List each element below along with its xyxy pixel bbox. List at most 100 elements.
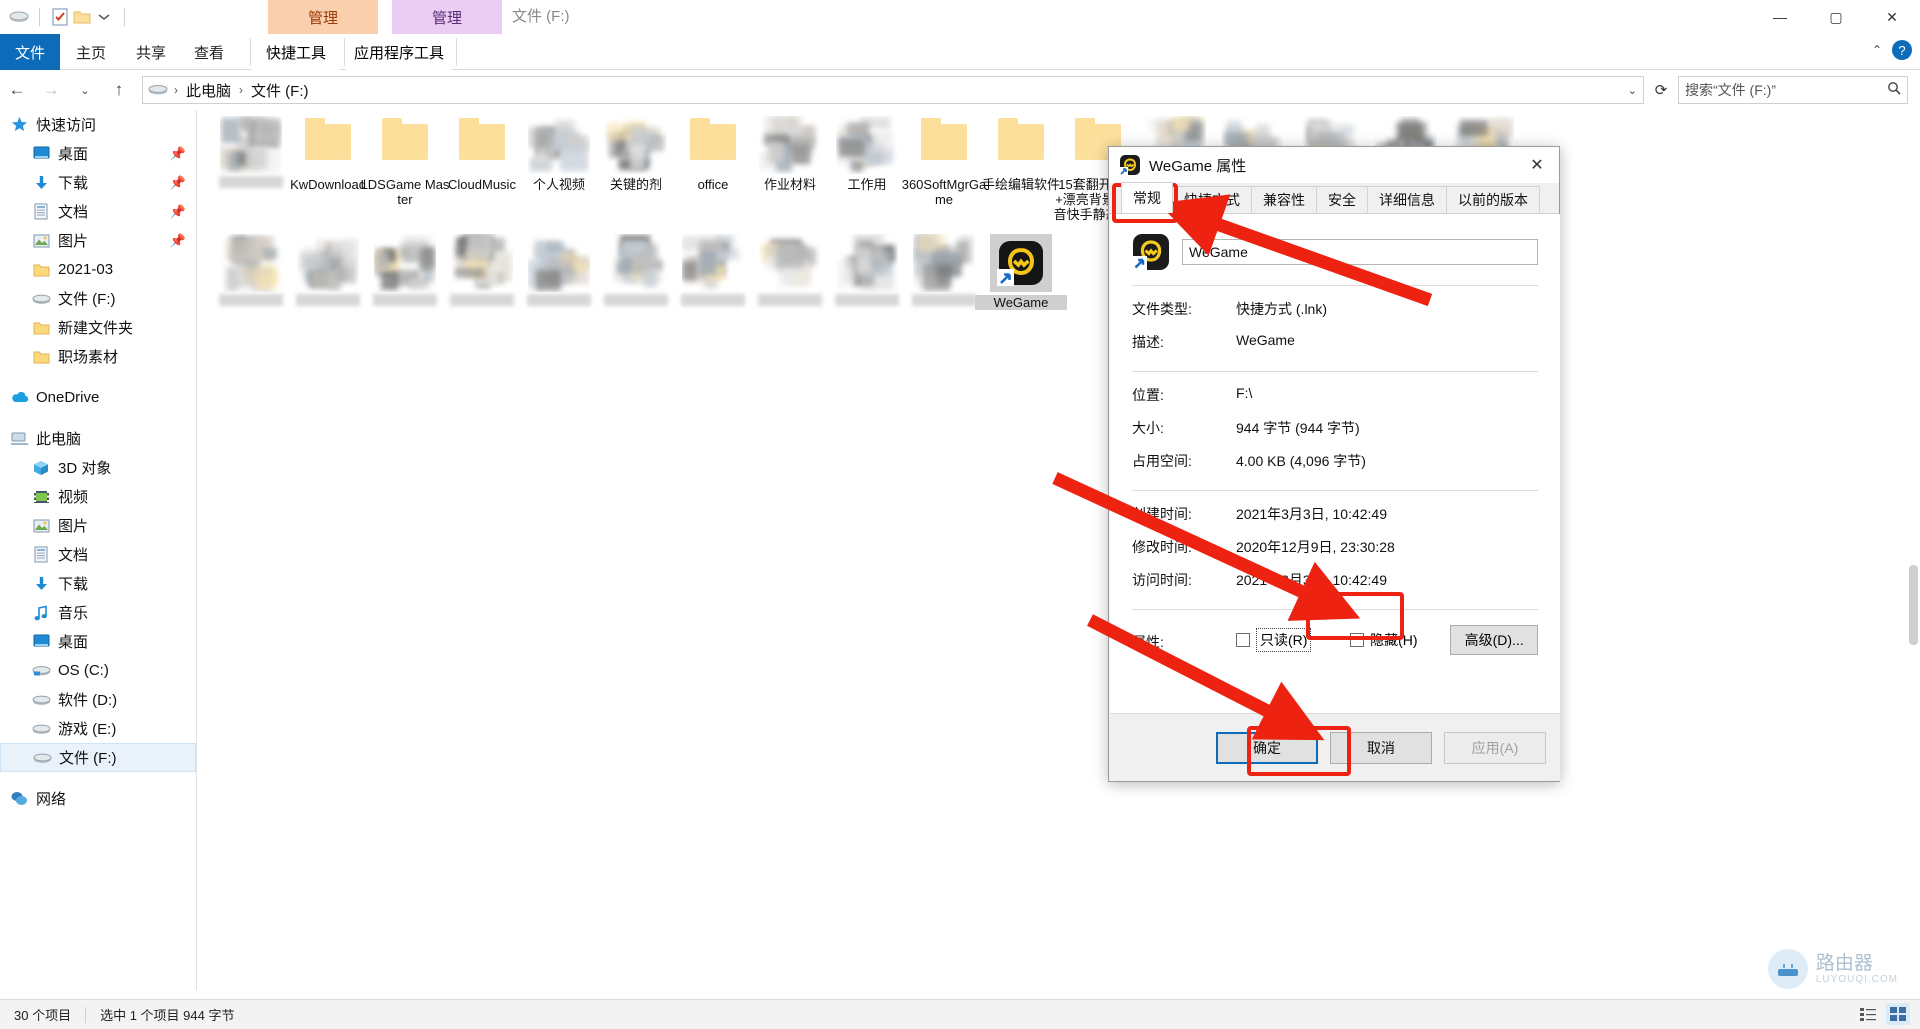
readonly-checkbox[interactable]: 只读(R) — [1236, 628, 1338, 652]
sidebar-item-下载[interactable]: 下载 — [0, 569, 196, 598]
hidden-checkbox[interactable]: 隐藏(H) — [1350, 630, 1450, 650]
dialog-tab-兼容性[interactable]: 兼容性 — [1251, 186, 1317, 213]
navigation-pane[interactable]: 快速访问 桌面 📌 下载 📌 文档 📌 图片 📌 2021-03 文件 (F:) 新建文件夹 职场素材 O… — [0, 110, 196, 990]
checkbox-icon[interactable] — [1350, 633, 1365, 647]
file-list-pane[interactable]: KwDownload LDSGame Master CloudMusic 个人视频 关键… — [197, 110, 1920, 990]
ribbon-tab-view[interactable]: 查看 — [180, 34, 238, 70]
nav-group-快速访问[interactable]: 快速访问 — [0, 110, 196, 139]
sidebar-item-OS (C:)[interactable]: OS (C:) — [0, 656, 196, 685]
help-icon[interactable]: ? — [1892, 40, 1912, 60]
vertical-scrollbar[interactable] — [1906, 110, 1920, 990]
refresh-icon[interactable]: ⟳ — [1644, 76, 1678, 104]
properties-dialog[interactable]: WeGame 属性 ✕ 常规 快捷方式 兼容性 安全 详细信息 以前的版本 WeGame … — [1108, 146, 1560, 782]
file-item-label — [526, 294, 592, 306]
ribbon-tab-application-tools[interactable]: 应用程序工具 — [346, 34, 452, 70]
file-item-selected[interactable]: WeGame — [975, 234, 1067, 310]
large-icons-view-icon[interactable] — [1886, 1003, 1910, 1025]
file-thumbnail — [990, 116, 1052, 174]
row-accessed: 访问时间: 2021年3月3日, 10:42:49 — [1132, 567, 1538, 600]
name-field[interactable]: WeGame — [1182, 239, 1538, 265]
sidebar-item-文件 (F:)[interactable]: 文件 (F:) — [0, 743, 196, 772]
sidebar-item-软件 (D:)[interactable]: 软件 (D:) — [0, 685, 196, 714]
pin-icon[interactable]: 📌 — [170, 146, 186, 162]
dialog-tab-安全[interactable]: 安全 — [1316, 186, 1368, 213]
sidebar-item-视频[interactable]: 视频 — [0, 482, 196, 511]
maximize-button[interactable]: ▢ — [1808, 0, 1864, 34]
breadcrumb-item-this-pc[interactable]: 此电脑 — [183, 80, 234, 101]
nav-group-网络[interactable]: 网络 — [0, 784, 196, 813]
dialog-tab-label: 详细信息 — [1379, 192, 1435, 208]
row-label: 访问时间: — [1132, 572, 1192, 588]
dialog-tab-快捷方式[interactable]: 快捷方式 — [1172, 186, 1252, 213]
forward-arrow-icon[interactable]: → — [34, 73, 68, 107]
drive-icon[interactable] — [8, 6, 30, 28]
sidebar-item-图片[interactable]: 图片 📌 — [0, 226, 196, 255]
up-arrow-icon[interactable]: ↑ — [102, 73, 136, 107]
dialog-tab-详细信息[interactable]: 详细信息 — [1367, 186, 1447, 213]
contextual-tab-manage-2[interactable]: 管理 — [392, 0, 502, 34]
sidebar-item-文档[interactable]: 文档 — [0, 540, 196, 569]
ribbon-tab-home[interactable]: 主页 — [60, 34, 122, 70]
recent-locations-chevron-down-icon[interactable]: ⌄ — [68, 73, 102, 107]
sidebar-item-2021-03[interactable]: 2021-03 — [0, 255, 196, 284]
pin-icon[interactable]: 📌 — [170, 204, 186, 220]
properties-checklist-icon[interactable] — [49, 6, 71, 28]
sidebar-item-新建文件夹[interactable]: 新建文件夹 — [0, 313, 196, 342]
pin-icon[interactable]: 📌 — [170, 233, 186, 249]
row-value: 2020年12月9日, 23:30:28 — [1236, 539, 1395, 555]
network-icon — [8, 789, 30, 809]
row-value: 2021年3月3日, 10:42:49 — [1236, 572, 1387, 588]
sidebar-item-桌面[interactable]: 桌面 📌 — [0, 139, 196, 168]
scrollbar-thumb[interactable] — [1909, 565, 1918, 645]
close-button[interactable]: ✕ — [1864, 0, 1920, 34]
sidebar-item-桌面[interactable]: 桌面 — [0, 627, 196, 656]
nav-group-此电脑[interactable]: 此电脑 — [0, 424, 196, 453]
cancel-button[interactable]: 取消 — [1330, 731, 1432, 764]
row-label: 大小: — [1132, 420, 1164, 436]
advanced-button[interactable]: 高级(D)... — [1450, 625, 1538, 655]
ribbon-tab-file[interactable]: 文件 — [0, 34, 60, 70]
sidebar-item-文件 (F:)[interactable]: 文件 (F:) — [0, 284, 196, 313]
ok-label: 确定 — [1253, 739, 1281, 756]
ok-button[interactable]: 确定 — [1216, 731, 1318, 764]
details-view-icon[interactable] — [1856, 1003, 1880, 1025]
sidebar-item-label: 3D 对象 — [58, 460, 112, 477]
row-label: 创建时间: — [1132, 506, 1192, 522]
sidebar-item-3D 对象[interactable]: 3D 对象 — [0, 453, 196, 482]
dialog-name-row: WeGame — [1132, 228, 1538, 276]
row-created: 创建时间: 2021年3月3日, 10:42:49 — [1132, 501, 1538, 534]
contextual-tab-manage-1[interactable]: 管理 — [268, 0, 378, 34]
ribbon-tab-bar: 文件 主页 共享 查看 快捷工具 应用程序工具 ⌃ ? — [0, 34, 1920, 70]
sidebar-item-下载[interactable]: 下载 📌 — [0, 168, 196, 197]
window-caption: 文件 (F:) — [512, 8, 570, 25]
sidebar-item-游戏 (E:)[interactable]: 游戏 (E:) — [0, 714, 196, 743]
row-description: 描述: WeGame — [1132, 329, 1538, 362]
ribbon-tab-shortcut-tools[interactable]: 快捷工具 — [252, 34, 340, 70]
pin-icon[interactable]: 📌 — [170, 175, 186, 191]
sidebar-item-文档[interactable]: 文档 📌 — [0, 197, 196, 226]
sidebar-item-职场素材[interactable]: 职场素材 — [0, 342, 196, 371]
chevron-up-icon[interactable]: ⌃ — [1872, 43, 1882, 57]
breadcrumb-item-drive-f[interactable]: 文件 (F:) — [248, 80, 312, 101]
ribbon-tab-share[interactable]: 共享 — [122, 34, 180, 70]
nav-group-OneDrive[interactable]: OneDrive — [0, 383, 196, 412]
new-folder-icon[interactable] — [71, 6, 93, 28]
dialog-close-icon[interactable]: ✕ — [1515, 147, 1559, 183]
search-input[interactable]: 搜索“文件 (F:)” — [1678, 76, 1908, 104]
dialog-tab-常规[interactable]: 常规 — [1121, 182, 1173, 213]
dialog-tab-以前的版本[interactable]: 以前的版本 — [1446, 186, 1540, 213]
checkbox-icon[interactable] — [1236, 633, 1250, 647]
breadcrumb[interactable]: › 此电脑 › 文件 (F:) ⌄ — [142, 76, 1644, 104]
minimize-button[interactable]: — — [1752, 0, 1808, 34]
sidebar-item-音乐[interactable]: 音乐 — [0, 598, 196, 627]
chevron-down-icon[interactable] — [93, 6, 115, 28]
file-thumbnail — [682, 234, 744, 292]
breadcrumb-chevron-down-icon[interactable]: ⌄ — [1628, 84, 1637, 97]
back-arrow-icon[interactable]: ← — [0, 73, 34, 107]
sidebar-item-图片[interactable]: 图片 — [0, 511, 196, 540]
dialog-tab-label: 常规 — [1133, 190, 1161, 206]
row-size-on-disk: 占用空间: 4.00 KB (4,096 字节) — [1132, 448, 1538, 481]
search-icon[interactable] — [1887, 81, 1901, 99]
status-bar: 30 个项目 选中 1 个项目 944 字节 — [0, 999, 1920, 1029]
nav-group-label: 网络 — [36, 791, 67, 808]
